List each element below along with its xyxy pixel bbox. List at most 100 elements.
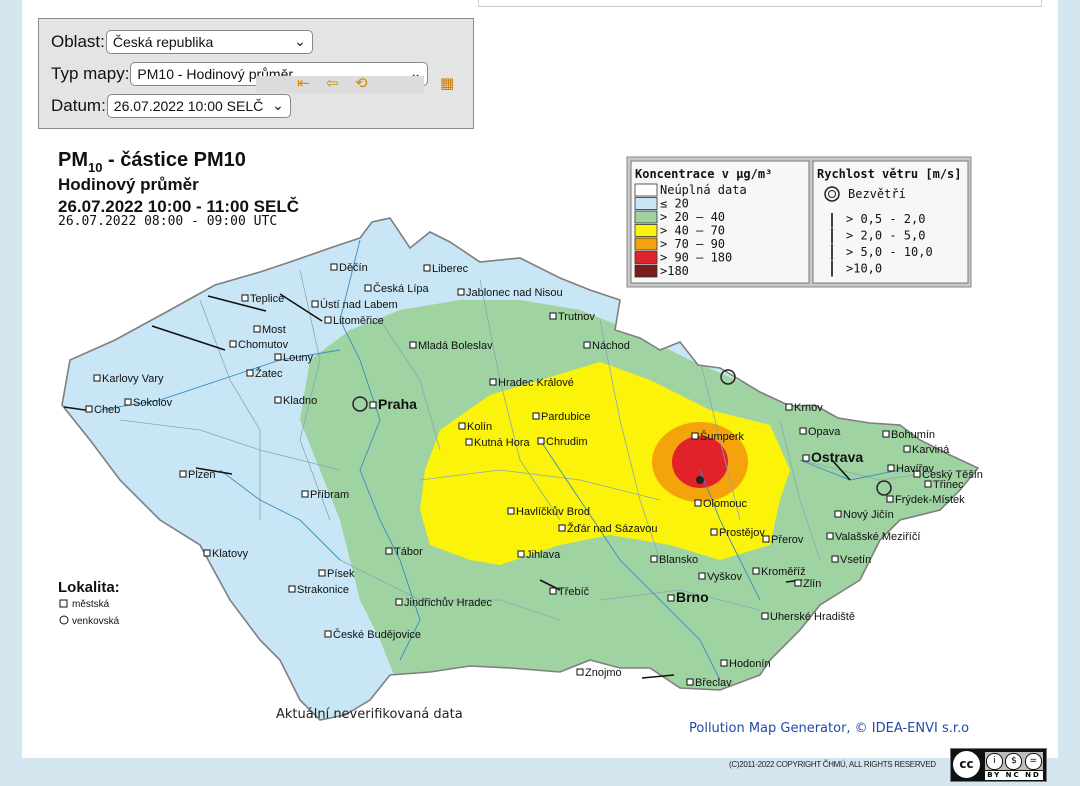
map-time-utc: 26.07.2022 08:00 - 09:00 UTC	[58, 214, 277, 229]
city-marker	[667, 594, 675, 602]
city-label: Kolín	[467, 421, 492, 433]
city-label: Bohumín	[891, 429, 935, 441]
city-marker	[887, 464, 895, 472]
city-marker	[318, 569, 326, 577]
legend-swatch	[634, 251, 658, 264]
legend-wind-label: Bezvětří	[848, 187, 906, 201]
city-label: Brno	[676, 589, 709, 605]
lokalita-urban: městská	[72, 599, 110, 610]
city-marker	[924, 480, 932, 488]
city-marker	[882, 430, 890, 438]
cc-terms-label: BY NC ND	[985, 771, 1043, 780]
legend-label: > 20 – 40	[660, 210, 725, 224]
legend-swatch	[634, 264, 658, 278]
city-marker	[507, 507, 515, 515]
city-marker	[720, 659, 728, 667]
city-marker	[124, 398, 132, 406]
city-label: Zlín	[803, 578, 821, 590]
city-label: Sokolov	[133, 397, 173, 409]
city-marker	[85, 405, 93, 413]
city-label: Karlovy Vary	[102, 373, 164, 385]
city-marker	[246, 369, 254, 377]
city-marker	[179, 470, 187, 478]
city-marker	[324, 316, 332, 324]
city-marker	[395, 598, 403, 606]
city-label: Tábor	[394, 546, 423, 558]
city-label: Strakonice	[297, 584, 349, 596]
city-label: Šumperk	[700, 430, 745, 443]
city-label: Pardubice	[541, 411, 591, 423]
legend-swatch	[634, 197, 658, 210]
city-label: Vyškov	[707, 571, 743, 583]
city-marker	[330, 263, 338, 271]
city-label: Olomouc	[703, 498, 748, 510]
city-marker	[311, 300, 319, 308]
city-label: Hodonín	[729, 658, 771, 670]
city-label: Jihlava	[526, 549, 561, 561]
map-title-block: PM10 - částice PM10 Hodinový průměr 26.0…	[58, 149, 299, 229]
city-label: Uherské Hradiště	[770, 611, 855, 623]
city-marker	[274, 353, 282, 361]
legend-label: ≤ 20	[660, 197, 689, 211]
unverified-note: Aktuální neverifikovaná data	[276, 707, 463, 722]
city-label: Kladno	[283, 395, 317, 407]
legend-label: > 70 – 90	[660, 237, 725, 251]
city-label: Žďár nad Sázavou	[567, 522, 658, 535]
city-marker	[203, 549, 211, 557]
city-marker	[385, 547, 393, 555]
city-marker	[794, 579, 802, 587]
generator-credit[interactable]: Pollution Map Generator, © IDEA-ENVI s.r…	[689, 721, 969, 736]
by-icon: i	[986, 752, 1004, 770]
city-label: Kroměříž	[761, 566, 806, 578]
nd-icon: =	[1024, 752, 1042, 770]
legend-swatch	[634, 210, 658, 224]
cc-license-badge[interactable]: cc i $ = BY NC ND	[950, 748, 1047, 782]
city-marker	[799, 427, 807, 435]
hotspot-marker	[696, 476, 704, 484]
city-label: Most	[262, 324, 286, 336]
city-marker	[458, 422, 466, 430]
city-marker	[686, 678, 694, 686]
city-label: Mladá Boleslav	[418, 340, 493, 352]
city-marker	[831, 555, 839, 563]
city-marker	[324, 630, 332, 638]
city-label: Písek	[327, 568, 355, 580]
lokalita-title: Lokalita:	[58, 579, 120, 596]
city-marker	[583, 341, 591, 349]
legend-swatch	[634, 237, 658, 251]
city-label: Děčín	[339, 262, 368, 274]
legend-swatch	[634, 224, 658, 237]
city-marker	[834, 510, 842, 518]
city-marker	[761, 612, 769, 620]
city-label: Cheb	[94, 404, 120, 416]
rural-marker-key	[59, 615, 69, 625]
city-marker	[826, 532, 834, 540]
city-label: Ústí nad Labem	[320, 298, 398, 311]
city-marker	[489, 378, 497, 386]
map-title: PM10 - částice PM10	[58, 149, 246, 175]
legend-wind-title: Rychlost větru [m/s]	[817, 167, 962, 181]
city-marker	[886, 495, 894, 503]
city-marker	[558, 524, 566, 532]
nc-icon: $	[1005, 752, 1023, 770]
map-subtitle: Hodinový průměr	[58, 175, 199, 194]
city-label: Krnov	[794, 402, 823, 414]
city-label: Třinec	[933, 479, 964, 491]
city-label: Louny	[283, 352, 313, 364]
city-marker	[549, 312, 557, 320]
city-marker	[93, 374, 101, 382]
city-marker	[698, 572, 706, 580]
city-label: Kutná Hora	[474, 437, 531, 449]
legend-swatch	[634, 183, 658, 197]
city-marker	[650, 555, 658, 563]
city-marker	[241, 294, 249, 302]
legend-wind-label: > 2,0 - 5,0	[846, 229, 925, 243]
lokalita-rural: venkovská	[72, 616, 120, 627]
city-marker	[229, 340, 237, 348]
legend-label: Neúplná data	[660, 183, 747, 197]
city-label: Karviná	[912, 444, 950, 456]
city-label: Česká Lípa	[373, 282, 430, 295]
city-marker	[537, 437, 545, 445]
city-label: Jindřichův Hradec	[404, 597, 493, 609]
city-label: Opava	[808, 426, 841, 438]
